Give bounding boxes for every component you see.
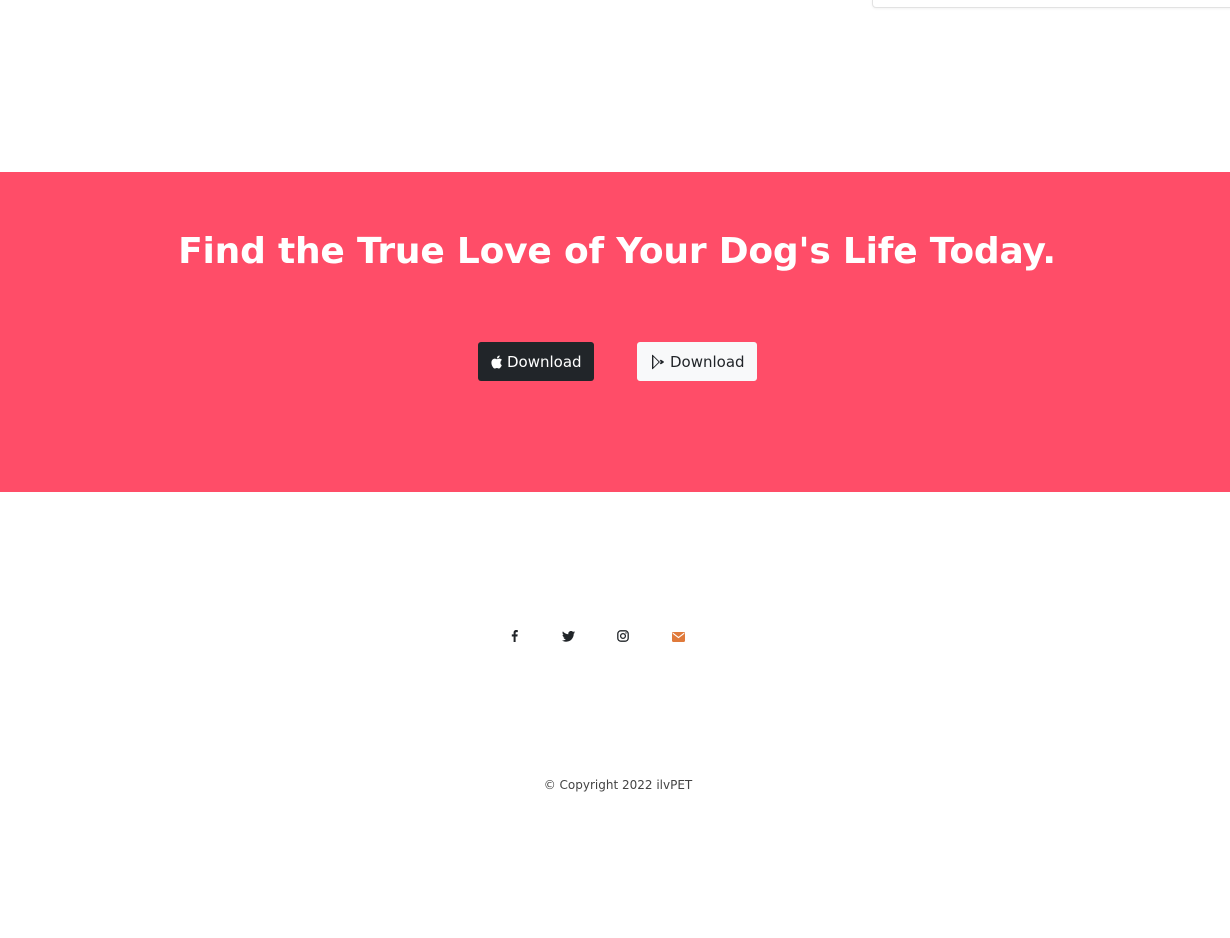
page: Find the True Love of Your Dog's Life To…	[0, 0, 1230, 938]
apple-icon	[490, 354, 503, 369]
instagram-icon	[617, 627, 629, 646]
copyright-text: © Copyright 2022 ilvPET	[543, 778, 693, 792]
email-link[interactable]	[669, 627, 687, 645]
google-play-download-button[interactable]: Download	[637, 342, 757, 381]
google-play-button-label: Download	[670, 352, 745, 371]
social-links	[0, 627, 1230, 645]
app-store-button-label: Download	[507, 352, 582, 371]
facebook-icon	[511, 627, 518, 646]
download-cta-section: Find the True Love of Your Dog's Life To…	[0, 172, 1230, 492]
envelope-icon	[671, 627, 685, 646]
app-store-download-button[interactable]: Download	[478, 342, 594, 381]
twitter-link[interactable]	[559, 627, 577, 645]
google-play-icon	[650, 354, 666, 370]
facebook-link[interactable]	[505, 627, 523, 645]
top-dropdown-panel	[872, 0, 1230, 8]
twitter-icon	[561, 627, 575, 646]
cta-title: Find the True Love of Your Dog's Life To…	[178, 231, 1056, 272]
instagram-link[interactable]	[614, 627, 632, 645]
